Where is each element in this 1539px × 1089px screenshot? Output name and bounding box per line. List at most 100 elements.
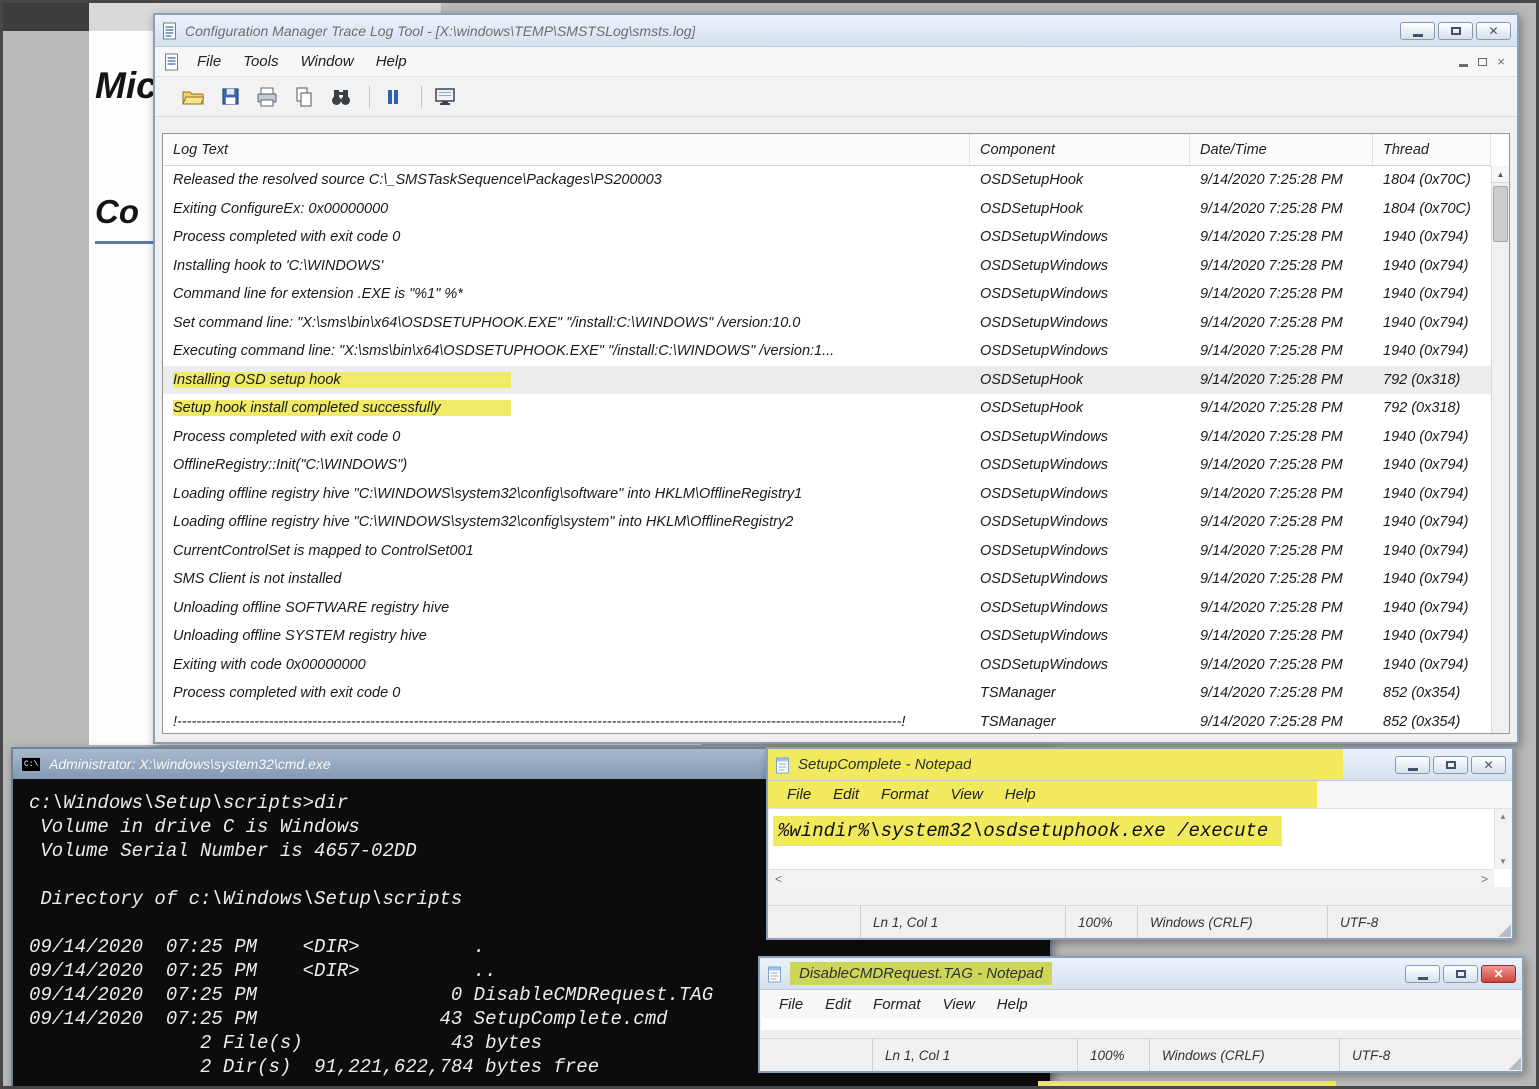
scroll-up-icon[interactable]: ▲ — [1492, 166, 1509, 183]
screenshot-root: Mic Co Configuration Manager Trace Log T… — [0, 0, 1539, 1089]
scroll-left-icon[interactable]: < — [775, 872, 782, 886]
realtime-button[interactable] — [429, 83, 461, 111]
column-header-logtext[interactable]: Log Text — [163, 134, 970, 165]
notepad1-vertical-scrollbar[interactable]: ▲ ▼ — [1494, 809, 1511, 869]
log-row[interactable]: Process completed with exit code 0 OSDSe… — [163, 223, 1491, 252]
log-row[interactable]: Installing hook to 'C:\WINDOWS' OSDSetup… — [163, 252, 1491, 281]
menu-help[interactable]: Help — [994, 786, 1047, 803]
notepad1-horizontal-scrollbar[interactable]: < > — [769, 869, 1494, 887]
thread-cell: 1940 (0x794) — [1373, 543, 1491, 559]
status-line-ending: Windows (CRLF) — [1137, 906, 1327, 938]
resize-grip[interactable] — [1507, 1056, 1521, 1070]
menu-file[interactable]: File — [768, 996, 814, 1013]
menu-format[interactable]: Format — [870, 786, 940, 803]
log-text-cell: Set command line: "X:\sms\bin\x64\OSDSET… — [163, 315, 970, 331]
log-row[interactable]: OfflineRegistry::Init("C:\WINDOWS") OSDS… — [163, 451, 1491, 480]
column-header-datetime[interactable]: Date/Time — [1190, 134, 1373, 165]
close-button[interactable]: ✕ — [1481, 965, 1516, 983]
resize-grip[interactable] — [1497, 923, 1511, 937]
menu-tools[interactable]: Tools — [232, 53, 289, 70]
log-row[interactable]: Unloading offline SOFTWARE registry hive… — [163, 594, 1491, 623]
log-row[interactable]: Process completed with exit code 0 TSMan… — [163, 679, 1491, 708]
thread-cell: 852 (0x354) — [1373, 714, 1491, 730]
notepad1-text-area[interactable]: %windir%\system32\osdsetuphook.exe /exec… — [769, 809, 1511, 887]
notepad2-text-area[interactable] — [761, 1018, 1521, 1030]
find-button[interactable] — [325, 83, 357, 111]
log-row[interactable]: Setup hook install completed successfull… — [163, 394, 1491, 423]
column-header-component[interactable]: Component — [970, 134, 1190, 165]
close-button[interactable]: ✕ — [1476, 22, 1511, 40]
menu-file[interactable]: File — [776, 786, 822, 803]
datetime-cell: 9/14/2020 7:25:28 PM — [1190, 372, 1373, 388]
minimize-icon — [1418, 977, 1428, 980]
print-button[interactable] — [251, 83, 283, 111]
maximize-button[interactable] — [1438, 22, 1473, 40]
menu-help[interactable]: Help — [986, 996, 1039, 1013]
log-row[interactable]: !---------------------------------------… — [163, 708, 1491, 734]
menu-view[interactable]: View — [932, 996, 986, 1013]
mdi-document-icon — [163, 53, 180, 71]
log-row[interactable]: Command line for extension .EXE is "%1" … — [163, 280, 1491, 309]
log-text-cell: !---------------------------------------… — [163, 714, 970, 730]
menu-edit[interactable]: Edit — [822, 786, 870, 803]
maximize-button[interactable] — [1433, 756, 1468, 774]
thread-cell: 1940 (0x794) — [1373, 600, 1491, 616]
scroll-up-icon[interactable]: ▲ — [1499, 812, 1507, 821]
highlight-strip — [1038, 1081, 1336, 1089]
close-button[interactable]: ✕ — [1471, 756, 1506, 774]
maximize-button[interactable] — [1443, 965, 1478, 983]
log-row[interactable]: Loading offline registry hive "C:\WINDOW… — [163, 480, 1491, 509]
log-text-cell: Exiting ConfigureEx: 0x00000000 — [163, 201, 970, 217]
cmtrace-menubar: File Tools Window Help × — [155, 47, 1517, 77]
scroll-down-icon[interactable]: ▼ — [1499, 857, 1507, 866]
copy-button[interactable] — [288, 83, 320, 111]
mdi-minimize-icon[interactable] — [1459, 64, 1468, 67]
datetime-cell: 9/14/2020 7:25:28 PM — [1190, 229, 1373, 245]
menu-file[interactable]: File — [186, 53, 232, 70]
datetime-cell: 9/14/2020 7:25:28 PM — [1190, 571, 1373, 587]
scrollbar-thumb[interactable] — [1493, 186, 1508, 242]
vertical-scrollbar[interactable]: ▲ — [1491, 166, 1509, 733]
save-icon — [221, 87, 240, 106]
save-button[interactable] — [214, 83, 246, 111]
menu-view[interactable]: View — [940, 786, 994, 803]
log-row[interactable]: Released the resolved source C:\_SMSTask… — [163, 166, 1491, 195]
datetime-cell: 9/14/2020 7:25:28 PM — [1190, 400, 1373, 416]
minimize-button[interactable] — [1400, 22, 1435, 40]
datetime-cell: 9/14/2020 7:25:28 PM — [1190, 657, 1373, 673]
column-header-thread[interactable]: Thread — [1373, 134, 1491, 165]
notepad1-titlebar[interactable]: SetupComplete - Notepad ✕ — [768, 749, 1512, 781]
log-row[interactable]: Executing command line: "X:\sms\bin\x64\… — [163, 337, 1491, 366]
scroll-right-icon[interactable]: > — [1481, 872, 1488, 886]
minimize-button[interactable] — [1395, 756, 1430, 774]
menu-window[interactable]: Window — [289, 53, 364, 70]
log-text-cell: Command line for extension .EXE is "%1" … — [163, 286, 970, 302]
log-row[interactable]: Set command line: "X:\sms\bin\x64\OSDSET… — [163, 309, 1491, 338]
component-cell: OSDSetupHook — [970, 400, 1190, 416]
mdi-restore-icon[interactable] — [1478, 58, 1487, 66]
log-row[interactable]: Unloading offline SYSTEM registry hive O… — [163, 622, 1491, 651]
menu-help[interactable]: Help — [365, 53, 418, 70]
log-row[interactable]: Loading offline registry hive "C:\WINDOW… — [163, 508, 1491, 537]
log-row[interactable]: Exiting ConfigureEx: 0x00000000 OSDSetup… — [163, 195, 1491, 224]
component-cell: OSDSetupWindows — [970, 229, 1190, 245]
log-row[interactable]: Installing OSD setup hook OSDSetupHook 9… — [163, 366, 1491, 395]
menu-format[interactable]: Format — [862, 996, 932, 1013]
notepad2-titlebar[interactable]: DisableCMDRequest.TAG - Notepad ✕ — [760, 958, 1522, 990]
cmtrace-titlebar[interactable]: Configuration Manager Trace Log Tool - [… — [155, 15, 1517, 47]
mdi-close-icon[interactable]: × — [1497, 55, 1505, 68]
menu-edit[interactable]: Edit — [814, 996, 862, 1013]
cmtrace-window: Configuration Manager Trace Log Tool - [… — [153, 13, 1519, 744]
open-button[interactable] — [177, 83, 209, 111]
log-row[interactable]: Exiting with code 0x00000000 OSDSetupWin… — [163, 651, 1491, 680]
datetime-cell: 9/14/2020 7:25:28 PM — [1190, 258, 1373, 274]
thread-cell: 1940 (0x794) — [1373, 486, 1491, 502]
log-row[interactable]: Process completed with exit code 0 OSDSe… — [163, 423, 1491, 452]
minimize-button[interactable] — [1405, 965, 1440, 983]
log-row[interactable]: CurrentControlSet is mapped to ControlSe… — [163, 537, 1491, 566]
log-row[interactable]: SMS Client is not installed OSDSetupWind… — [163, 565, 1491, 594]
status-cursor-position: Ln 1, Col 1 — [860, 906, 1065, 938]
log-table-header: Log Text Component Date/Time Thread — [163, 134, 1491, 166]
close-icon: ✕ — [1488, 25, 1498, 37]
pause-button[interactable] — [377, 83, 409, 111]
